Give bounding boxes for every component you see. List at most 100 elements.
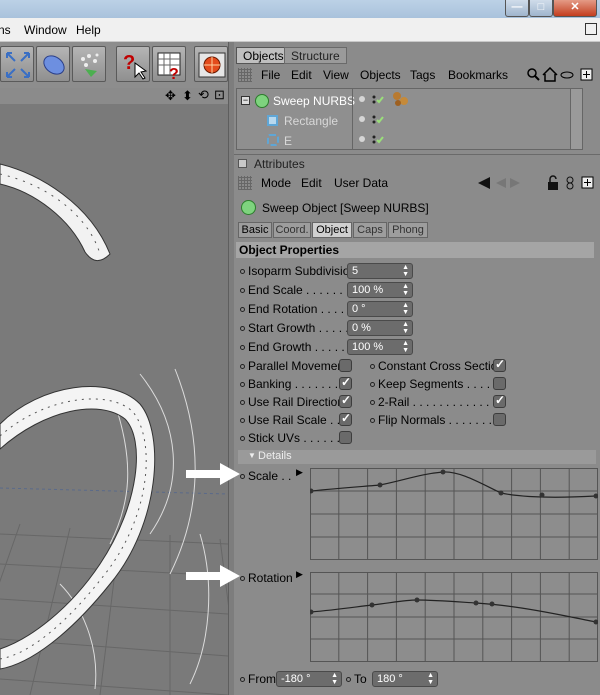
two-rail-checkbox[interactable] — [493, 393, 506, 408]
viewport-header: ✥ ⬍ ⟲ ⊡ — [0, 87, 232, 104]
objects-toolbar-icons[interactable] — [526, 67, 596, 83]
keep-segments-checkbox[interactable] — [493, 377, 506, 390]
menu-file[interactable]: File — [261, 68, 280, 82]
attributes-title: Attributes — [254, 157, 305, 171]
svg-text:?: ? — [123, 52, 135, 74]
end-growth-field[interactable]: 100 % ▲ ▼ — [347, 339, 413, 355]
restore-window-icon[interactable] — [585, 23, 597, 35]
menu-item-help[interactable]: Help — [76, 23, 101, 37]
maximize-button[interactable]: □ — [529, 0, 553, 17]
object-name[interactable]: E — [284, 134, 292, 148]
attributes-menu-bar: Mode Edit User Data — [234, 173, 600, 193]
attributes-header: Attributes — [234, 154, 600, 172]
end-rotation-field[interactable]: 0 ° ▲ ▼ — [347, 301, 413, 317]
banking-checkbox[interactable] — [339, 375, 352, 390]
attributes-grip-icon[interactable] — [238, 176, 252, 190]
tab-objects[interactable]: Objects — [236, 47, 291, 64]
viewport-rotate-icon[interactable]: ⟲ — [198, 87, 209, 103]
menu-bookmarks[interactable]: Bookmarks — [448, 68, 508, 82]
objects-grip-icon[interactable] — [238, 68, 252, 82]
rotation-spline-graph[interactable] — [308, 572, 599, 662]
help-pointer-icon[interactable]: ? — [116, 46, 150, 82]
object-row-rectangle[interactable]: Rectangle — [237, 111, 577, 131]
menu-edit-attr[interactable]: Edit — [301, 176, 322, 190]
menu-mode[interactable]: Mode — [261, 176, 291, 190]
rotation-arrow-annotation — [186, 565, 240, 587]
details-group-header[interactable]: ▼ Details — [238, 450, 596, 464]
svg-text:?: ? — [169, 66, 179, 83]
use-rail-direction-checkbox[interactable] — [339, 393, 352, 408]
viewport-scene — [0, 104, 228, 695]
collapse-icon[interactable]: − — [241, 96, 250, 105]
objects-scrollbar[interactable] — [570, 89, 582, 149]
end-growth-label: End Growth . . . . . . — [240, 340, 351, 354]
details-label: Details — [258, 450, 292, 462]
parallel-movement-checkbox[interactable] — [339, 359, 352, 372]
render-globe-icon[interactable] — [194, 46, 228, 82]
menu-user-data[interactable]: User Data — [334, 176, 388, 190]
start-growth-field[interactable]: 0 % ▲ ▼ — [347, 320, 413, 336]
rotation-label: Rotation — [240, 571, 293, 585]
3d-viewport[interactable] — [0, 104, 228, 695]
move-icon[interactable] — [0, 46, 34, 82]
menu-item-ns[interactable]: ns — [0, 23, 11, 37]
end-scale-label: End Scale . . . . . . . . — [240, 283, 356, 297]
rectangle-spline-icon — [267, 115, 278, 126]
tab-coord[interactable]: Coord. — [273, 222, 311, 238]
constant-cross-section-checkbox[interactable] — [493, 357, 506, 372]
object-name[interactable]: Sweep NURBS — [273, 94, 355, 108]
right-panel: Objects Structure File Edit View Objects… — [234, 42, 600, 695]
banking-label: Banking . . . . . . . . . — [240, 377, 351, 391]
flip-normals-label: Flip Normals . . . . . . . . — [370, 413, 499, 427]
menu-objects[interactable]: Objects — [360, 68, 401, 82]
from-label: From — [240, 672, 276, 686]
tab-basic[interactable]: Basic — [238, 222, 272, 238]
scale-spline-graph[interactable] — [308, 468, 599, 560]
parallel-movement-label: Parallel Movement — [240, 359, 347, 373]
minimize-button[interactable]: — — [505, 0, 529, 17]
close-button[interactable]: ✕ — [553, 0, 597, 17]
main-toolbar: ? ? — [0, 42, 232, 88]
isoparm-field[interactable]: 5 ▲ ▼ — [347, 263, 413, 279]
tab-object[interactable]: Object — [312, 222, 352, 238]
rotation-expand-icon[interactable]: ▶ — [296, 569, 303, 580]
scale-arrow-annotation — [186, 463, 240, 485]
objects-menu-bar: File Edit View Objects Tags Bookmarks — [234, 64, 600, 86]
viewport-dolly-icon[interactable]: ⬍ — [182, 88, 193, 104]
details-toggle-icon[interactable]: ▼ — [248, 451, 256, 460]
attributes-toggle-icon[interactable] — [238, 159, 247, 168]
menu-edit[interactable]: Edit — [291, 68, 312, 82]
sweep-nurbs-icon — [255, 94, 269, 108]
scale-expand-icon[interactable]: ▶ — [296, 467, 303, 478]
attributes-nav-icons[interactable] — [478, 175, 598, 191]
from-field[interactable]: -180 ° ▲ ▼ — [276, 671, 342, 687]
start-growth-label: Start Growth . . . . . . — [240, 321, 355, 335]
viewport-move-icon[interactable]: ✥ — [165, 88, 176, 104]
menu-tags[interactable]: Tags — [410, 68, 435, 82]
flip-normals-checkbox[interactable] — [493, 413, 506, 426]
section-header: Object Properties — [236, 242, 594, 258]
tab-caps[interactable]: Caps — [353, 222, 387, 238]
scale-label: Scale . . — [240, 469, 291, 483]
deformer-icon[interactable] — [36, 46, 70, 82]
isoparm-label: Isoparm Subdivision — [240, 264, 356, 278]
spline-path-icon — [267, 134, 279, 146]
visibility-dots[interactable] — [357, 94, 397, 149]
particle-icon[interactable] — [72, 46, 106, 82]
end-scale-field[interactable]: 100 % ▲ ▼ — [347, 282, 413, 298]
viewport-maximize-icon[interactable]: ⊡ — [214, 87, 225, 103]
object-row-e[interactable]: E — [237, 131, 577, 151]
menu-bar: ns Window Help — [0, 18, 600, 42]
use-rail-scale-checkbox[interactable] — [339, 411, 352, 426]
to-field[interactable]: 180 ° ▲ ▼ — [372, 671, 438, 687]
stick-uvs-checkbox[interactable] — [339, 431, 352, 444]
tab-structure[interactable]: Structure — [284, 47, 347, 64]
menu-item-window[interactable]: Window — [24, 23, 67, 37]
two-rail-label: 2-Rail . . . . . . . . . . . . . . — [370, 395, 503, 409]
object-name[interactable]: Rectangle — [284, 114, 338, 128]
tab-phong[interactable]: Phong — [388, 222, 428, 238]
end-rotation-label: End Rotation . . . . . — [240, 302, 351, 316]
material-tag-icon[interactable] — [392, 91, 412, 110]
timeline-help-icon[interactable]: ? — [152, 46, 186, 83]
menu-view[interactable]: View — [323, 68, 349, 82]
